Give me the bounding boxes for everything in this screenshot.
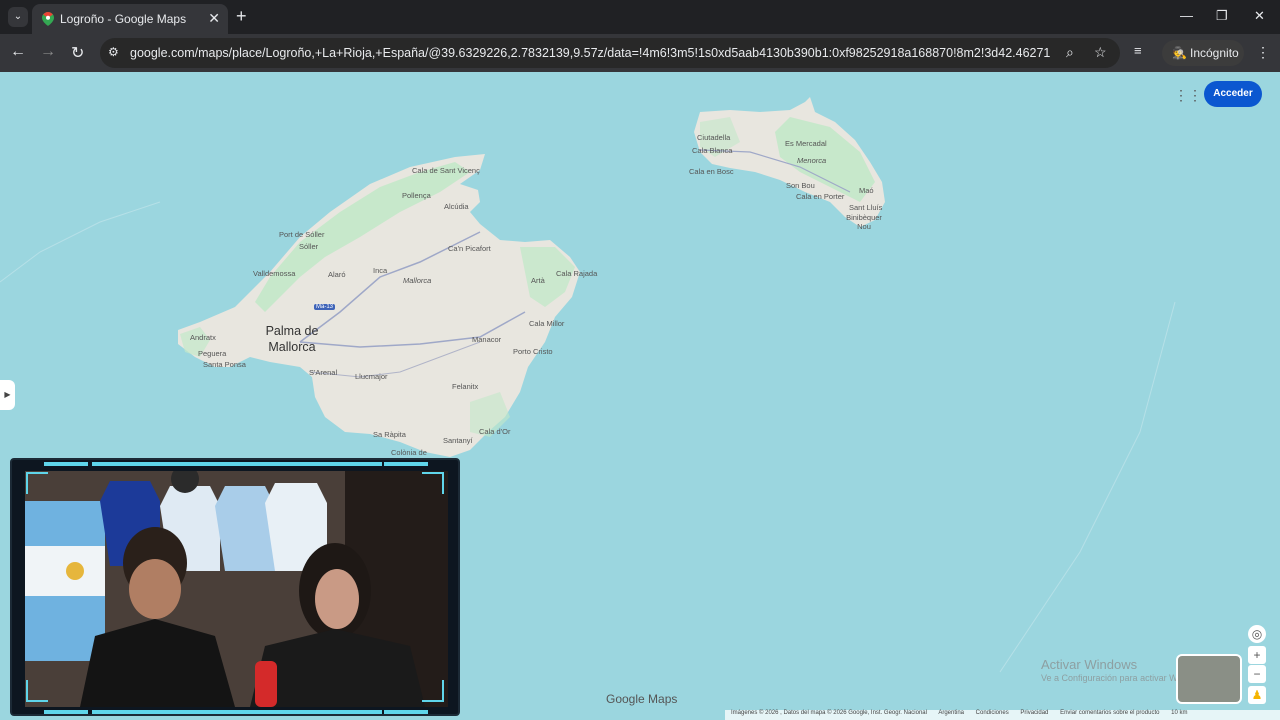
restore-icon[interactable]: ❐ xyxy=(1216,8,1228,24)
map-label[interactable]: Cala Millor xyxy=(529,319,564,328)
frame-accent xyxy=(44,462,88,466)
map-label[interactable]: Valldemossa xyxy=(253,269,295,278)
map-label[interactable]: Menorca xyxy=(797,156,826,165)
map-label[interactable]: Alcúdia xyxy=(444,202,469,211)
reload-icon[interactable]: ↻ xyxy=(71,43,84,63)
my-location-icon[interactable]: ◎ xyxy=(1248,625,1266,643)
windows-activation-title: Activar Windows xyxy=(1041,657,1138,672)
map-label[interactable]: Mallorca xyxy=(403,276,431,285)
map-label[interactable]: Cala en Bosc xyxy=(689,167,734,176)
map-label[interactable]: Colònia de xyxy=(391,448,427,457)
map-label[interactable]: Santa Ponsa xyxy=(203,360,246,369)
map-label[interactable]: Alaró xyxy=(328,270,346,279)
frame-corner xyxy=(422,680,444,702)
map-label[interactable]: Cala de Sant Vicenç xyxy=(412,166,480,175)
map-footer: Imágenes © 2026 , Datos del mapa © 2026 … xyxy=(725,710,1280,720)
incognito-label: Incógnito xyxy=(1190,46,1239,60)
road-shield: Ma-13 xyxy=(314,304,336,310)
terms-link[interactable]: Condiciones xyxy=(976,710,1009,716)
scale-label[interactable]: 10 km xyxy=(1171,710,1187,716)
map-label[interactable]: Es Mercadal xyxy=(785,139,827,148)
map-label[interactable]: Cala en Porter xyxy=(796,192,844,201)
feedback-link[interactable]: Enviar comentarios sobre el producto xyxy=(1060,710,1159,716)
map-label[interactable]: Peguera xyxy=(198,349,226,358)
map-label[interactable]: Cala Rajada xyxy=(556,269,597,278)
browser-tab-bar: ⌄ Logroño - Google Maps ✕ + — ❐ ✕ xyxy=(0,0,1280,34)
map-label[interactable]: Sa Ràpita xyxy=(373,430,406,439)
map-label[interactable]: S'Arenal xyxy=(309,368,337,377)
tab-search-chevron-icon[interactable]: ⌄ xyxy=(8,7,28,27)
map-label[interactable]: Inca xyxy=(373,266,387,275)
pegman-icon[interactable]: ♟ xyxy=(1248,686,1266,704)
maps-favicon-icon xyxy=(42,12,54,26)
map-label[interactable]: Llucmajor xyxy=(355,372,388,381)
browser-toolbar: ← → ↻ ⚙ google.com/maps/place/Logroño,+L… xyxy=(0,34,1280,72)
map-label[interactable]: Porto Cristo xyxy=(513,347,553,356)
map-label[interactable]: Sóller xyxy=(299,242,318,251)
map-label[interactable]: Ca'n Picafort xyxy=(448,244,491,253)
url-text: google.com/maps/place/Logroño,+La+Rioja,… xyxy=(130,46,1050,60)
frame-corner xyxy=(26,472,48,494)
map-label[interactable]: Manacor xyxy=(472,335,501,344)
new-tab-icon[interactable]: + xyxy=(236,6,247,27)
expand-panel-button[interactable]: ▶ xyxy=(0,380,15,410)
webcam-video xyxy=(25,471,448,707)
bookmark-star-icon[interactable]: ☆ xyxy=(1094,44,1107,61)
webcam-overlay xyxy=(10,458,460,716)
map-label[interactable]: Son Bou xyxy=(786,181,815,190)
map-label[interactable]: Cala Blanca xyxy=(692,146,732,155)
country-link[interactable]: Argentina xyxy=(938,710,964,716)
frame-accent xyxy=(92,710,382,714)
map-label[interactable]: Sant Lluís xyxy=(849,203,882,212)
map-label[interactable]: Binibèquer Nou xyxy=(843,213,885,231)
google-maps-logo: Google Maps xyxy=(606,692,678,706)
close-window-icon[interactable]: ✕ xyxy=(1254,8,1265,24)
map-label[interactable]: Santanyí xyxy=(443,436,473,445)
incognito-badge[interactable]: 🕵 Incógnito xyxy=(1162,40,1244,66)
forward-icon[interactable]: → xyxy=(40,43,56,61)
map-label[interactable]: Maó xyxy=(859,186,874,195)
incognito-icon: 🕵 xyxy=(1172,46,1187,60)
map-label[interactable]: Ciutadella xyxy=(697,133,730,142)
frame-accent xyxy=(384,710,428,714)
frame-corner xyxy=(422,472,444,494)
back-icon[interactable]: ← xyxy=(10,43,26,61)
browser-menu-icon[interactable]: ⋮ xyxy=(1256,44,1270,61)
privacy-link[interactable]: Privacidad xyxy=(1020,710,1048,716)
map-label[interactable]: Pollença xyxy=(402,191,431,200)
zoom-icon[interactable]: ⌕ xyxy=(1066,44,1074,61)
site-info-icon[interactable]: ⚙ xyxy=(108,45,119,59)
minimize-icon[interactable]: — xyxy=(1180,8,1193,23)
signin-button[interactable]: Acceder xyxy=(1204,81,1262,107)
frame-accent xyxy=(44,710,88,714)
map-label[interactable]: Artà xyxy=(531,276,545,285)
frame-accent xyxy=(92,462,382,466)
map-label[interactable]: Felanitx xyxy=(452,382,478,391)
browser-tab[interactable]: Logroño - Google Maps ✕ xyxy=(32,4,228,34)
windows-activation-hint: Ve a Configuración para activar Windows. xyxy=(1041,673,1176,683)
address-bar[interactable]: ⚙ google.com/maps/place/Logroño,+La+Rioj… xyxy=(100,38,1120,68)
map-label[interactable]: Cala d'Or xyxy=(479,427,510,436)
webcam-scene xyxy=(25,471,448,707)
map-label[interactable]: Port de Sóller xyxy=(279,230,324,239)
frame-corner xyxy=(26,680,48,702)
map-label[interactable]: Andratx xyxy=(190,333,216,342)
street-view-thumbnail[interactable] xyxy=(1176,654,1242,704)
frame-accent xyxy=(384,462,428,466)
map-label-city[interactable]: Palma de Mallorca xyxy=(260,323,324,355)
zoom-in-button[interactable]: + xyxy=(1248,646,1266,664)
reading-list-icon[interactable]: ≡ xyxy=(1134,43,1142,58)
imagery-credit: Imágenes © 2026 , Datos del mapa © 2026 … xyxy=(731,710,927,716)
zoom-out-button[interactable]: − xyxy=(1248,665,1266,683)
close-tab-icon[interactable]: ✕ xyxy=(208,10,220,27)
tab-title: Logroño - Google Maps xyxy=(60,12,187,26)
